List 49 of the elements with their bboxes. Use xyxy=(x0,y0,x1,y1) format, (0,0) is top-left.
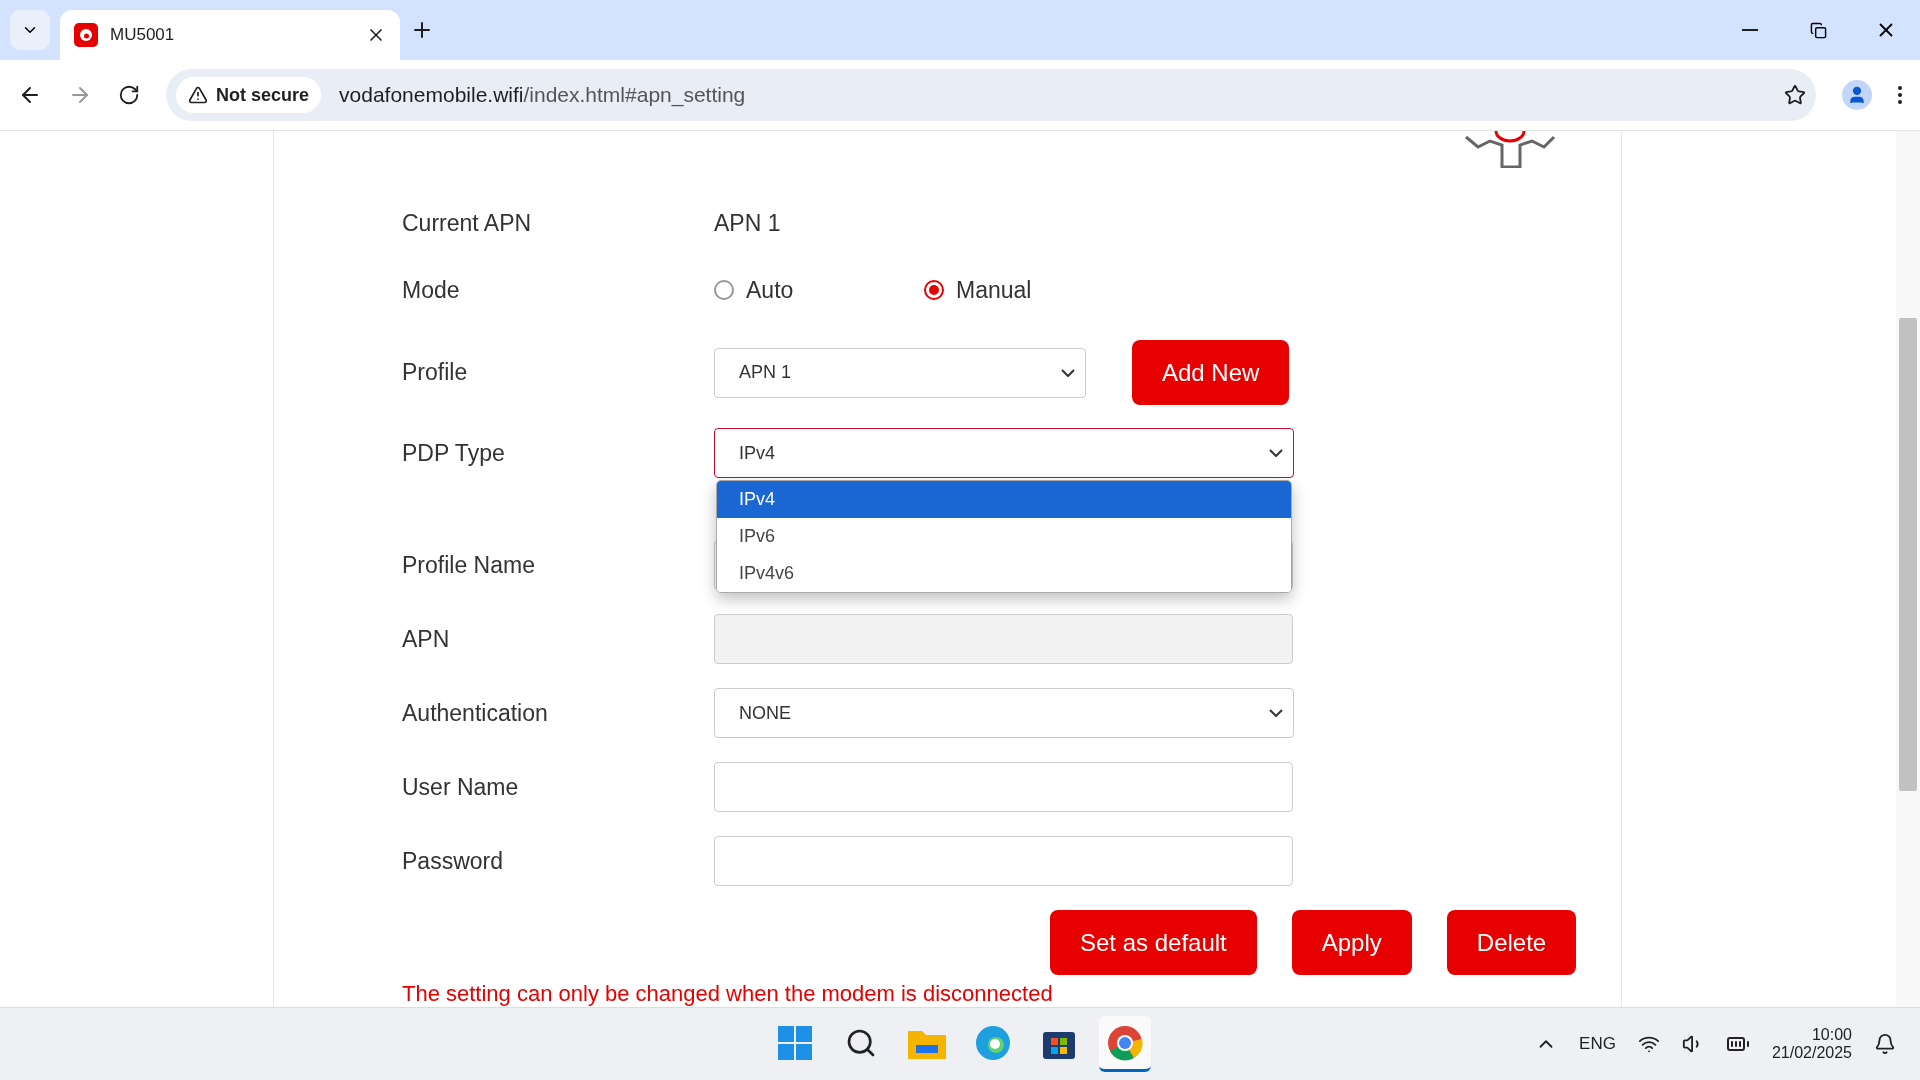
password-field[interactable] xyxy=(714,836,1293,886)
chevron-down-icon xyxy=(1269,449,1283,457)
menu-button[interactable] xyxy=(1898,86,1902,104)
dropdown-option[interactable]: IPv6 xyxy=(717,518,1291,555)
security-chip[interactable]: Not secure xyxy=(176,77,322,113)
url-text: vodafonemobile.wifi/index.html#apn_setting xyxy=(339,83,747,107)
action-button[interactable]: Delete xyxy=(1446,910,1577,975)
add-new-button[interactable]: Add New xyxy=(1132,340,1290,405)
field-label: Authentication xyxy=(402,699,549,727)
warning-message: The setting can only be changed when the modem is disconnected xyxy=(402,981,1054,1007)
reload-button[interactable] xyxy=(118,84,140,106)
field-label: User Name xyxy=(402,773,520,801)
windows-logo-icon xyxy=(778,1025,812,1060)
notification-bell-icon[interactable] xyxy=(1874,1033,1896,1055)
user-name-field[interactable] xyxy=(714,762,1293,812)
site-logo-icon xyxy=(74,23,98,47)
field-label: PDP Type xyxy=(402,439,506,467)
warning-icon xyxy=(188,85,208,105)
clock[interactable]: 10:00 21/02/2025 xyxy=(1771,1026,1852,1062)
profile-avatar-icon[interactable] xyxy=(1842,80,1872,110)
dropdown-option[interactable]: IPv4v6 xyxy=(717,555,1291,592)
gear-icon xyxy=(1462,131,1556,168)
language-indicator[interactable]: ENG xyxy=(1579,1034,1616,1054)
swirl-logo-icon xyxy=(975,1024,1011,1061)
action-button[interactable]: Set as default xyxy=(1050,910,1257,975)
field-label: Mode xyxy=(402,276,461,304)
field-label: Password xyxy=(402,847,504,875)
address-bar[interactable]: Not secure vodafonemobile.wifi/index.html#apn_setting xyxy=(166,69,1816,121)
restore-icon xyxy=(1809,21,1827,39)
current-apn-value: APN 1 xyxy=(714,209,781,237)
field-label: APN xyxy=(402,625,451,653)
chevron-down-icon xyxy=(1061,368,1075,377)
mode-radio[interactable]: Manual xyxy=(924,276,1134,304)
field-label: Profile xyxy=(402,359,469,386)
field-label: Current APN xyxy=(402,209,533,237)
scrollbar[interactable] xyxy=(1896,131,1920,1007)
more-icon xyxy=(1898,86,1902,104)
browser-tab[interactable]: MU5001 xyxy=(60,10,400,60)
minimize-icon xyxy=(1742,29,1758,31)
field-label: Profile Name xyxy=(402,551,536,579)
dropdown-option[interactable]: IPv4 xyxy=(717,481,1291,518)
tab-title: MU5001 xyxy=(110,25,176,45)
chevron-down-icon xyxy=(1269,709,1283,717)
bookmark-star-icon[interactable] xyxy=(1784,84,1806,106)
action-button[interactable]: Apply xyxy=(1291,910,1412,975)
browser-logo-icon xyxy=(1107,1024,1143,1061)
mode-radio[interactable]: Auto xyxy=(714,276,924,304)
profile-select[interactable]: APN 1 xyxy=(714,347,1086,398)
authentication-select[interactable]: NONE xyxy=(714,688,1294,738)
